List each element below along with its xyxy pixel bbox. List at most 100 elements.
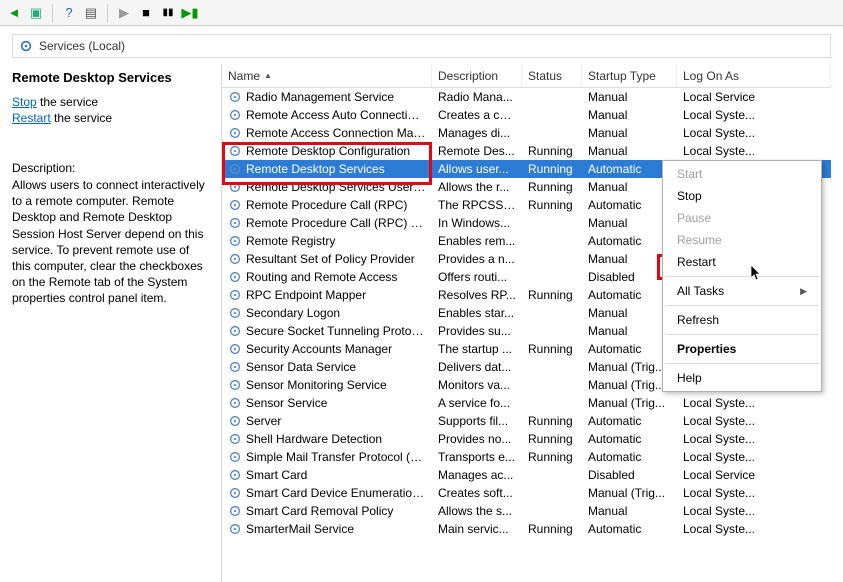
restart-icon[interactable]: ▶▮ (180, 3, 200, 23)
table-row[interactable]: Smart CardManages ac...DisabledLocal Ser… (222, 466, 831, 484)
service-startup: Manual (Trig... (582, 486, 677, 500)
table-row[interactable]: SmarterMail Service Main servic...Running… (222, 520, 831, 538)
service-desc: Provides no... (432, 432, 522, 446)
panel-title: Services (Local) (39, 39, 125, 53)
table-row[interactable]: ServerSupports fil...RunningAutomaticLoc… (222, 412, 831, 430)
stop-icon[interactable]: ■ (136, 3, 156, 23)
table-row[interactable]: Simple Mail Transfer Protocol (SM... Tran… (222, 448, 831, 466)
service-icon (228, 432, 242, 446)
table-row[interactable]: Shell Hardware Detection Provides no...Ru… (222, 430, 831, 448)
col-log-on-as[interactable]: Log On As (677, 64, 831, 87)
service-icon (228, 360, 242, 374)
service-name: Simple Mail Transfer Protocol (SM... (246, 450, 426, 464)
service-startup: Manual (582, 144, 677, 158)
service-logon: Local Syste... (677, 486, 831, 500)
service-icon (228, 486, 242, 500)
service-icon (228, 270, 242, 284)
service-name: Smart Card Removal Policy (246, 504, 426, 518)
description-label: Description: (12, 161, 211, 175)
service-name: Server (246, 414, 426, 428)
col-name[interactable]: Name ▲ (222, 64, 432, 87)
service-icon (228, 126, 242, 140)
col-status[interactable]: Status (522, 64, 582, 87)
service-icon (228, 108, 242, 122)
service-icon (228, 198, 242, 212)
service-name: Remote Procedure Call (RPC) Loca... (246, 216, 426, 230)
service-name: Remote Procedure Call (RPC) (246, 198, 426, 212)
menu-item-start: Start (663, 163, 821, 185)
menu-item-refresh[interactable]: Refresh (663, 309, 821, 331)
menu-item-restart[interactable]: Restart (663, 251, 821, 273)
panel-header: Services (Local) (12, 34, 831, 58)
table-row[interactable]: Smart Card Removal PolicyAllows the s...… (222, 502, 831, 520)
col-description[interactable]: Description (432, 64, 522, 87)
service-desc: Enables rem... (432, 234, 522, 248)
service-status: Running (522, 144, 582, 158)
menu-item-resume: Resume (663, 229, 821, 251)
service-name: Resultant Set of Policy Provider (246, 252, 426, 266)
service-desc: Transports e... (432, 450, 522, 464)
service-desc: The startup ... (432, 342, 522, 356)
table-row[interactable]: Remote Desktop ConfigurationRemote Des..… (222, 142, 831, 160)
service-startup: Automatic (582, 432, 677, 446)
table-row[interactable]: Remote Access Auto Connection ...Creates… (222, 106, 831, 124)
menu-item-all-tasks[interactable]: All Tasks▶ (663, 280, 821, 302)
toolbar: ◄ ▣ ? ▤ ▶ ■ ▮▮ ▶▮ (0, 0, 843, 26)
service-desc: Main servic... (432, 522, 522, 536)
help-icon[interactable]: ? (59, 3, 79, 23)
service-name: Remote Desktop Configuration (246, 144, 426, 158)
service-desc: Radio Mana... (432, 90, 522, 104)
service-desc: Allows the r... (432, 180, 522, 194)
service-logon: Local Service (677, 90, 831, 104)
gear-icon (19, 39, 33, 53)
service-desc: The RPCSS ... (432, 198, 522, 212)
start-icon[interactable]: ▶ (114, 3, 134, 23)
service-logon: Local Syste... (677, 396, 831, 410)
service-name: Security Accounts Manager (246, 342, 426, 356)
back-icon[interactable]: ◄ (4, 3, 24, 23)
service-icon (228, 180, 242, 194)
service-name: Smart Card Device Enumeration S... (246, 486, 426, 500)
restart-link[interactable]: Restart (12, 111, 51, 125)
table-row[interactable]: Sensor ServiceA service fo...Manual (Tri… (222, 394, 831, 412)
service-icon (228, 324, 242, 338)
table-row[interactable]: Smart Card Device Enumeration S...Create… (222, 484, 831, 502)
service-name: SmarterMail Service (246, 522, 426, 536)
service-name: RPC Endpoint Mapper (246, 288, 426, 302)
stop-link[interactable]: Stop (12, 95, 37, 109)
menu-item-stop[interactable]: Stop (663, 185, 821, 207)
service-icon (228, 288, 242, 302)
menu-item-properties[interactable]: Properties (663, 338, 821, 360)
service-status: Running (522, 162, 582, 176)
service-name: Remote Desktop Services UserMo... (246, 180, 426, 194)
service-status: Running (522, 432, 582, 446)
service-startup: Manual (582, 108, 677, 122)
service-desc: Offers routi... (432, 270, 522, 284)
service-desc: Supports fil... (432, 414, 522, 428)
service-icon (228, 342, 242, 356)
service-icon (228, 234, 242, 248)
table-row[interactable]: Radio Management ServiceRadio Mana...Man… (222, 88, 831, 106)
submenu-arrow-icon: ▶ (800, 286, 807, 297)
service-name: Secure Socket Tunneling Protocol ... (246, 324, 426, 338)
service-logon: Local Syste... (677, 522, 831, 536)
service-status: Running (522, 522, 582, 536)
service-icon (228, 414, 242, 428)
pause-icon[interactable]: ▮▮ (158, 3, 178, 23)
service-icon (228, 306, 242, 320)
service-logon: Local Syste... (677, 414, 831, 428)
service-startup: Automatic (582, 414, 677, 428)
export-icon[interactable]: ▣ (26, 3, 46, 23)
table-row[interactable]: Remote Access Connection Mana...Manages … (222, 124, 831, 142)
service-icon (228, 216, 242, 230)
service-logon: Local Syste... (677, 432, 831, 446)
service-desc: Enables star... (432, 306, 522, 320)
service-name: Shell Hardware Detection (246, 432, 426, 446)
details-pane: Remote Desktop Services Stop the service… (12, 64, 222, 582)
service-name: Remote Access Auto Connection ... (246, 108, 426, 122)
service-logon: Local Syste... (677, 126, 831, 140)
col-startup-type[interactable]: Startup Type (582, 64, 677, 87)
service-name: Remote Registry (246, 234, 426, 248)
properties-icon[interactable]: ▤ (81, 3, 101, 23)
menu-item-help[interactable]: Help (663, 367, 821, 389)
